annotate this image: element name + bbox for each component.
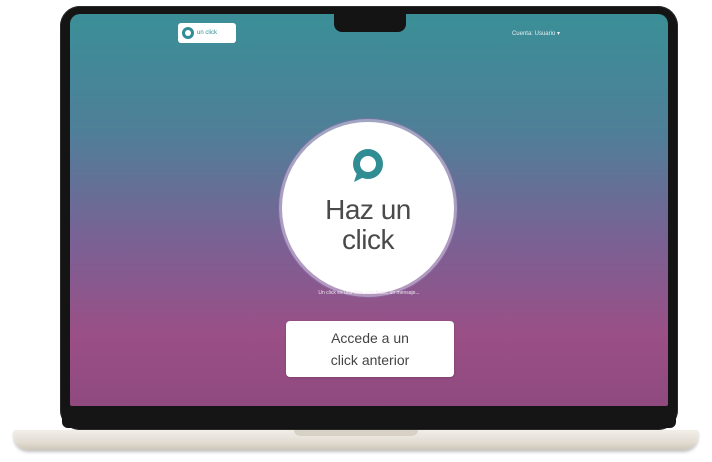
hero-title-line1: Haz un bbox=[325, 194, 411, 225]
bottom-bezel bbox=[62, 406, 676, 428]
previous-click-button[interactable]: Accede a un click anterior bbox=[286, 321, 454, 377]
hero-subtitle: Un click es una idea, una frase, un mens… bbox=[318, 290, 420, 296]
brand-logo[interactable]: un click bbox=[178, 23, 236, 43]
cta-line2: click anterior bbox=[330, 352, 410, 368]
speech-bubble-icon bbox=[353, 149, 383, 182]
laptop-base-lip bbox=[294, 430, 418, 436]
camera-notch bbox=[334, 12, 406, 32]
cta-line1: Accede a un bbox=[331, 330, 409, 346]
screen: un click Cuenta: Usuario ▾ Haz un click … bbox=[70, 14, 668, 406]
logo-text: un click bbox=[197, 30, 218, 36]
hero-circle: Haz un click bbox=[282, 122, 454, 294]
account-menu[interactable]: Cuenta: Usuario ▾ bbox=[512, 30, 560, 37]
speech-bubble-logo-icon bbox=[182, 27, 194, 39]
hero-title-line2: click bbox=[342, 224, 394, 255]
